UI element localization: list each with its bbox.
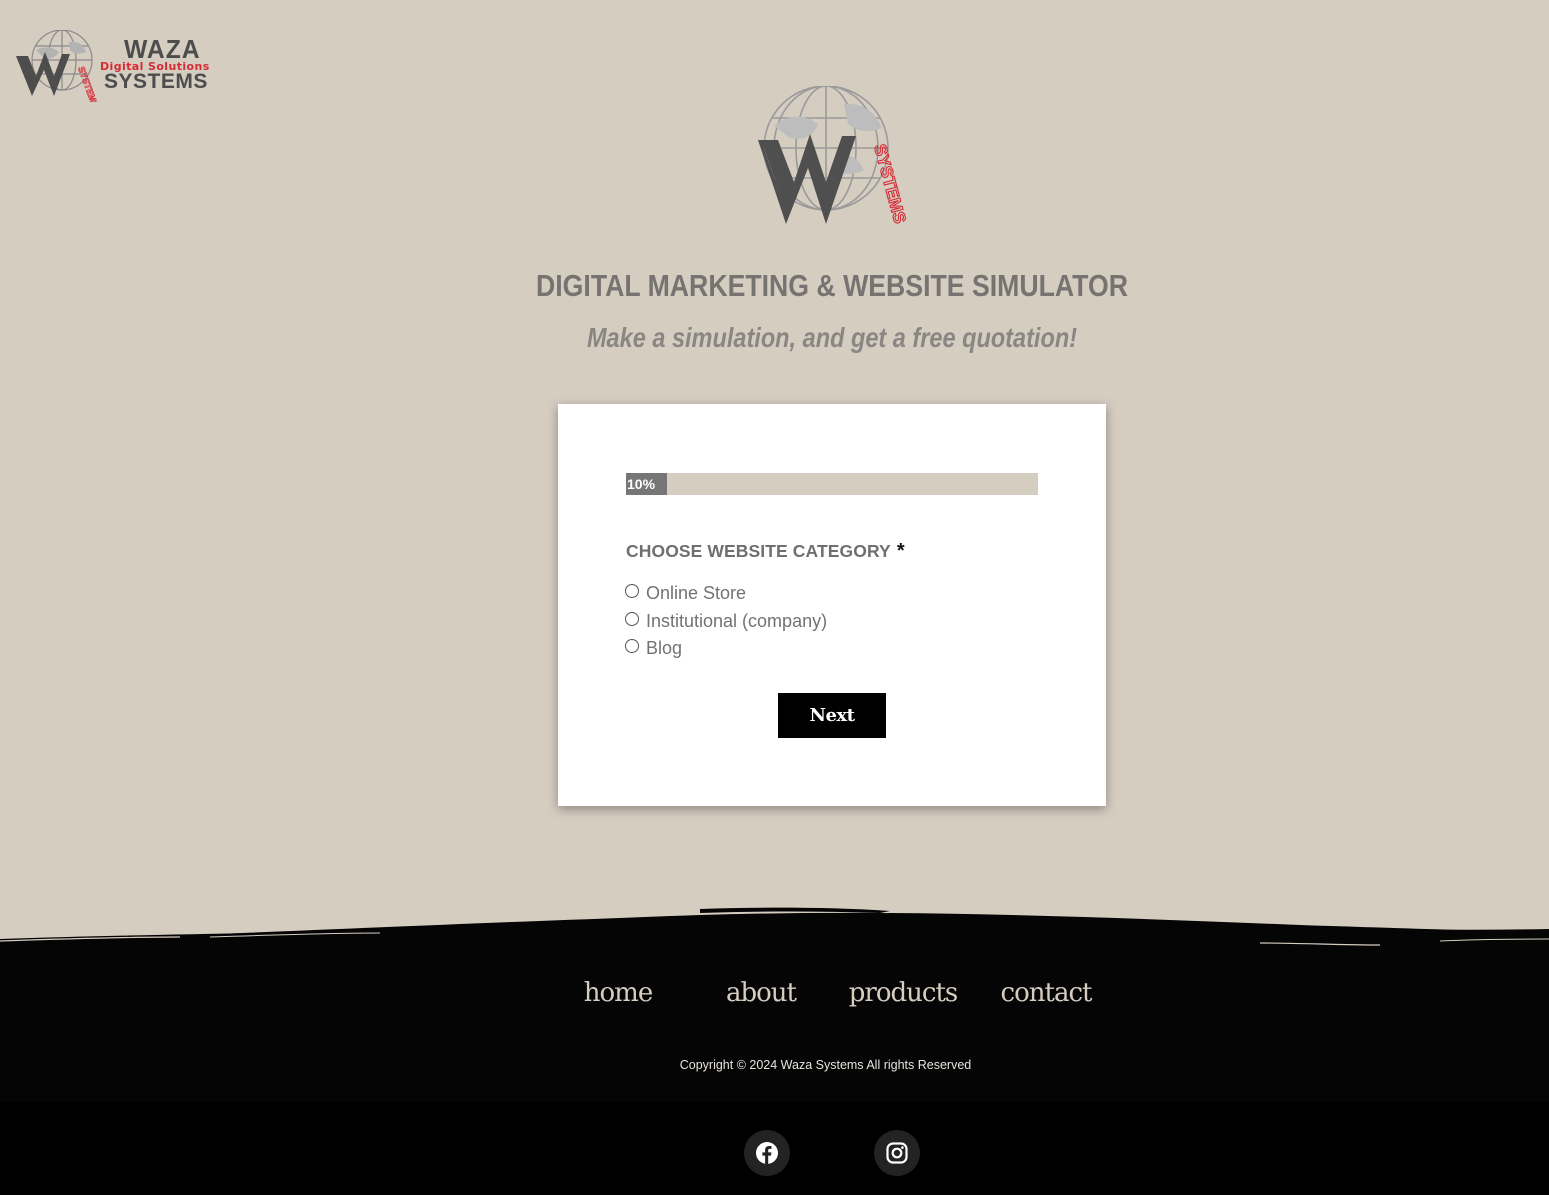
next-button[interactable]: Next	[778, 693, 886, 738]
option-label: Blog	[646, 638, 683, 659]
radio-online-store[interactable]	[625, 584, 639, 599]
globe-w-logo-icon: SYSTEMS	[16, 30, 101, 102]
footer-nav-products[interactable]: products	[832, 978, 974, 1008]
footer-nav-contact[interactable]: contact	[975, 978, 1117, 1008]
progress-bar: 10%	[626, 473, 1038, 495]
option-label: Institutional (company)	[646, 610, 828, 631]
site-logo[interactable]: SYSTEMS WAZA Digital Solutions SYSTEMS	[14, 30, 209, 102]
radio-institutional[interactable]	[625, 611, 639, 626]
radio-blog[interactable]	[625, 639, 639, 654]
instagram-icon	[886, 1142, 908, 1164]
page-subtitle: Make a simulation, and get a free quotat…	[586, 322, 1078, 353]
brand-name-line2: SYSTEMS	[104, 70, 208, 93]
instagram-link[interactable]	[874, 1130, 920, 1176]
facebook-icon	[756, 1142, 778, 1164]
social-bar	[0, 1102, 1549, 1195]
option-institutional[interactable]: Institutional (company)	[625, 608, 827, 636]
footer-nav-home[interactable]: home	[547, 978, 689, 1008]
option-blog[interactable]: Blog	[625, 635, 827, 663]
simulator-form-card: 10% CHOOSE WEBSITE CATEGORY * Online Stor…	[558, 404, 1106, 806]
hero-globe-logo-icon: SYSTEMS	[758, 86, 910, 226]
footer-nav-about[interactable]: about	[690, 978, 832, 1008]
page-title: DIGITAL MARKETING & WEBSITE SIMULATOR	[536, 268, 1128, 303]
category-label-text: CHOOSE WEBSITE CATEGORY	[626, 541, 891, 561]
facebook-link[interactable]	[744, 1130, 790, 1176]
category-radio-group: Online Store Institutional (company) Blo…	[625, 580, 827, 663]
option-label: Online Store	[646, 583, 747, 604]
progress-bar-fill: 10%	[626, 473, 668, 495]
site-footer: home about products contact Copyright © …	[0, 950, 1549, 1195]
option-online-store[interactable]: Online Store	[625, 580, 827, 608]
category-field-label: CHOOSE WEBSITE CATEGORY *	[626, 540, 905, 563]
copyright-text: Copyright © 2024 Waza Systems All rights…	[679, 1058, 972, 1072]
required-marker: *	[896, 540, 905, 562]
